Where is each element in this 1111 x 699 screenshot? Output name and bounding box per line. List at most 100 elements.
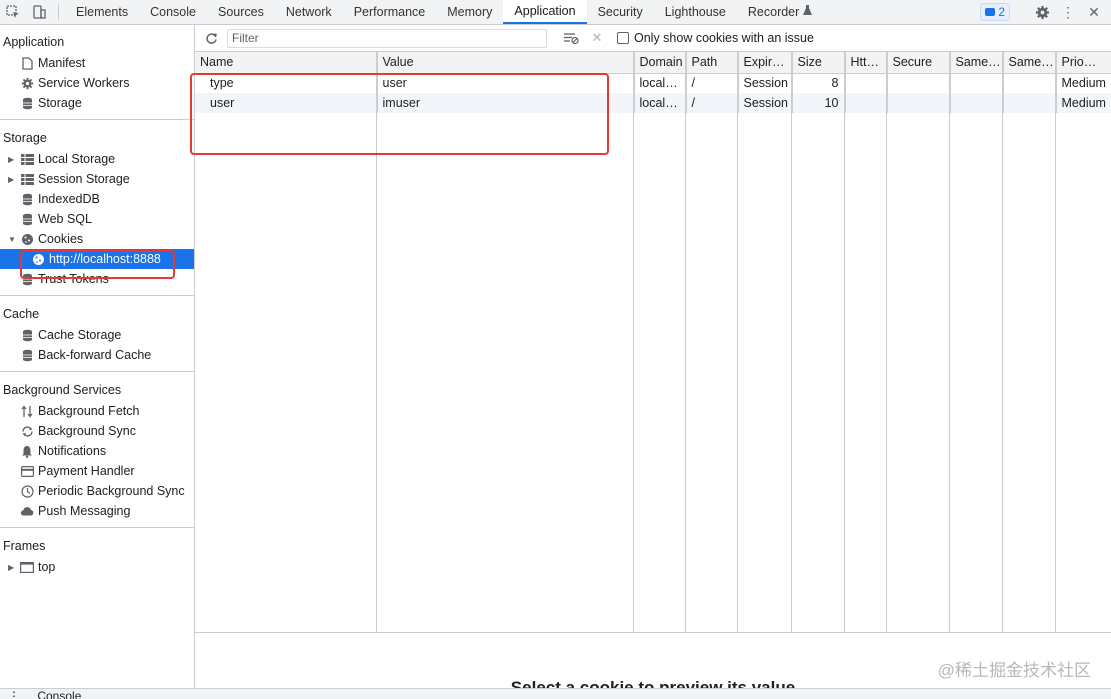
cell-priority: Medium (1056, 73, 1111, 93)
device-toolbar-icon[interactable] (26, 0, 52, 24)
tab-lighthouse[interactable]: Lighthouse (654, 0, 737, 24)
column-header-sameparty[interactable]: Same… (1003, 52, 1057, 74)
column-header-size[interactable]: Size (792, 52, 846, 74)
expand-arrow-icon[interactable]: ▶ (8, 175, 14, 184)
column-divider (633, 52, 634, 632)
sidebar-item-indexeddb[interactable]: IndexedDB (0, 189, 194, 209)
sidebar-item-periodic-background-sync[interactable]: Periodic Background Sync (0, 481, 194, 501)
only-issues-checkbox[interactable]: Only show cookies with an issue (617, 31, 814, 45)
sidebar-item-label: Cache Storage (38, 328, 122, 342)
table-grid-icon (20, 152, 34, 166)
tab-recorder[interactable]: Recorder (737, 0, 823, 24)
database-icon (20, 96, 34, 110)
cell-secure (887, 73, 951, 93)
cell-domain: local… (634, 73, 687, 93)
column-header-priority[interactable]: Prio… (1056, 52, 1111, 74)
sidebar-item-service-workers[interactable]: Service Workers (0, 73, 194, 93)
column-header-value[interactable]: Value (377, 52, 635, 74)
cell-httponly (845, 73, 888, 93)
watermark: @稀土掘金技术社区 (937, 661, 1091, 680)
drawer-tab-console[interactable]: Console (37, 689, 81, 699)
sidebar-item-cache-storage[interactable]: Cache Storage (0, 325, 194, 345)
tab-network[interactable]: Network (275, 0, 343, 24)
highlight-annotation-box (190, 73, 609, 155)
column-header-httponly[interactable]: Htt… (845, 52, 888, 74)
sidebar-item-payment-handler[interactable]: Payment Handler (0, 461, 194, 481)
devtools-tabbar: Elements Console Sources Network Perform… (0, 0, 1111, 25)
collapse-arrow-icon[interactable]: ▼ (8, 235, 16, 244)
cookies-panel: ✕ Only show cookies with an issue Name V… (190, 25, 1111, 688)
column-header-path[interactable]: Path (686, 52, 739, 74)
sidebar-item-label: Payment Handler (38, 464, 135, 478)
column-header-expires[interactable]: Expir… (738, 52, 793, 74)
column-divider (949, 52, 950, 632)
section-divider (0, 119, 194, 120)
tab-security[interactable]: Security (587, 0, 654, 24)
sidebar-item-label: Storage (38, 96, 82, 110)
tab-sources[interactable]: Sources (207, 0, 275, 24)
sidebar-item-label: Periodic Background Sync (38, 484, 185, 498)
column-divider (737, 52, 738, 632)
column-header-name[interactable]: Name (195, 52, 378, 74)
tab-console[interactable]: Console (139, 0, 207, 24)
section-title-cache: Cache (3, 307, 40, 321)
expand-arrow-icon[interactable]: ▶ (8, 563, 14, 572)
sidebar-item-back-forward-cache[interactable]: Back-forward Cache (0, 345, 194, 365)
clear-filtered-cookies-icon[interactable] (561, 28, 581, 48)
expand-arrow-icon[interactable]: ▶ (8, 155, 14, 164)
sidebar-item-local-storage[interactable]: ▶ Local Storage (0, 149, 194, 169)
section-title-background-services: Background Services (3, 383, 122, 397)
sidebar-item-push-messaging[interactable]: Push Messaging (0, 501, 194, 521)
sidebar-item-label: Background Sync (38, 424, 136, 438)
sidebar-item-notifications[interactable]: Notifications (0, 441, 194, 461)
tab-elements[interactable]: Elements (65, 0, 139, 24)
delete-cookie-icon[interactable]: ✕ (587, 28, 607, 48)
cell-priority: Medium (1056, 93, 1111, 113)
tab-memory[interactable]: Memory (436, 0, 503, 24)
only-issues-label: Only show cookies with an issue (634, 31, 814, 45)
cell-samesite (950, 73, 1004, 93)
drawer-menu-icon[interactable]: ⋮ (8, 689, 20, 699)
sidebar-item-background-sync[interactable]: Background Sync (0, 421, 194, 441)
section-title-storage: Storage (3, 131, 47, 145)
section-divider (0, 371, 194, 372)
tab-recorder-label: Recorder (747, 5, 800, 19)
column-header-domain[interactable]: Domain (634, 52, 687, 74)
flask-icon (803, 5, 813, 19)
tab-application[interactable]: Application (503, 0, 587, 24)
sync-icon (20, 424, 34, 438)
sidebar-item-label: top (38, 560, 56, 574)
cell-expires: Session (738, 73, 793, 93)
database-icon (20, 212, 34, 226)
close-icon[interactable]: ✕ (1083, 1, 1105, 23)
cell-size: 8 (792, 73, 846, 93)
filter-input[interactable] (232, 31, 546, 45)
issues-badge[interactable]: 2 (980, 3, 1010, 21)
refresh-icon[interactable] (201, 28, 221, 48)
sidebar-item-storage[interactable]: Storage (0, 93, 194, 113)
sidebar-item-web-sql[interactable]: Web SQL (0, 209, 194, 229)
sidebar-item-manifest[interactable]: Manifest (0, 53, 194, 73)
settings-gear-icon[interactable] (1031, 1, 1053, 23)
sidebar-item-label: Manifest (38, 56, 86, 70)
console-drawer[interactable]: ⋮ Console (0, 688, 1111, 699)
inspect-element-icon[interactable] (0, 0, 26, 24)
more-options-icon[interactable]: ⋮ (1057, 1, 1079, 23)
section-divider (0, 295, 194, 296)
sidebar-item-label: Web SQL (38, 212, 92, 226)
column-divider (1055, 52, 1056, 632)
cell-expires: Session (738, 93, 793, 113)
sidebar-item-session-storage[interactable]: ▶ Session Storage (0, 169, 194, 189)
sidebar-item-background-fetch[interactable]: Background Fetch (0, 401, 194, 421)
cell-samesite (950, 93, 1004, 113)
column-header-secure[interactable]: Secure (887, 52, 951, 74)
filter-input-wrapper[interactable] (227, 28, 547, 48)
table-header-row: Name Value Domain Path Expir… Size Htt… … (195, 52, 1111, 74)
sidebar-item-cookies[interactable]: ▼ Cookies (0, 229, 194, 249)
sidebar-item-frame-top[interactable]: ▶ top (0, 557, 194, 577)
gear-icon (20, 76, 34, 90)
cell-secure (887, 93, 951, 113)
checkbox-box[interactable] (617, 32, 629, 44)
tab-performance[interactable]: Performance (343, 0, 437, 24)
column-header-samesite[interactable]: Same… (950, 52, 1004, 74)
